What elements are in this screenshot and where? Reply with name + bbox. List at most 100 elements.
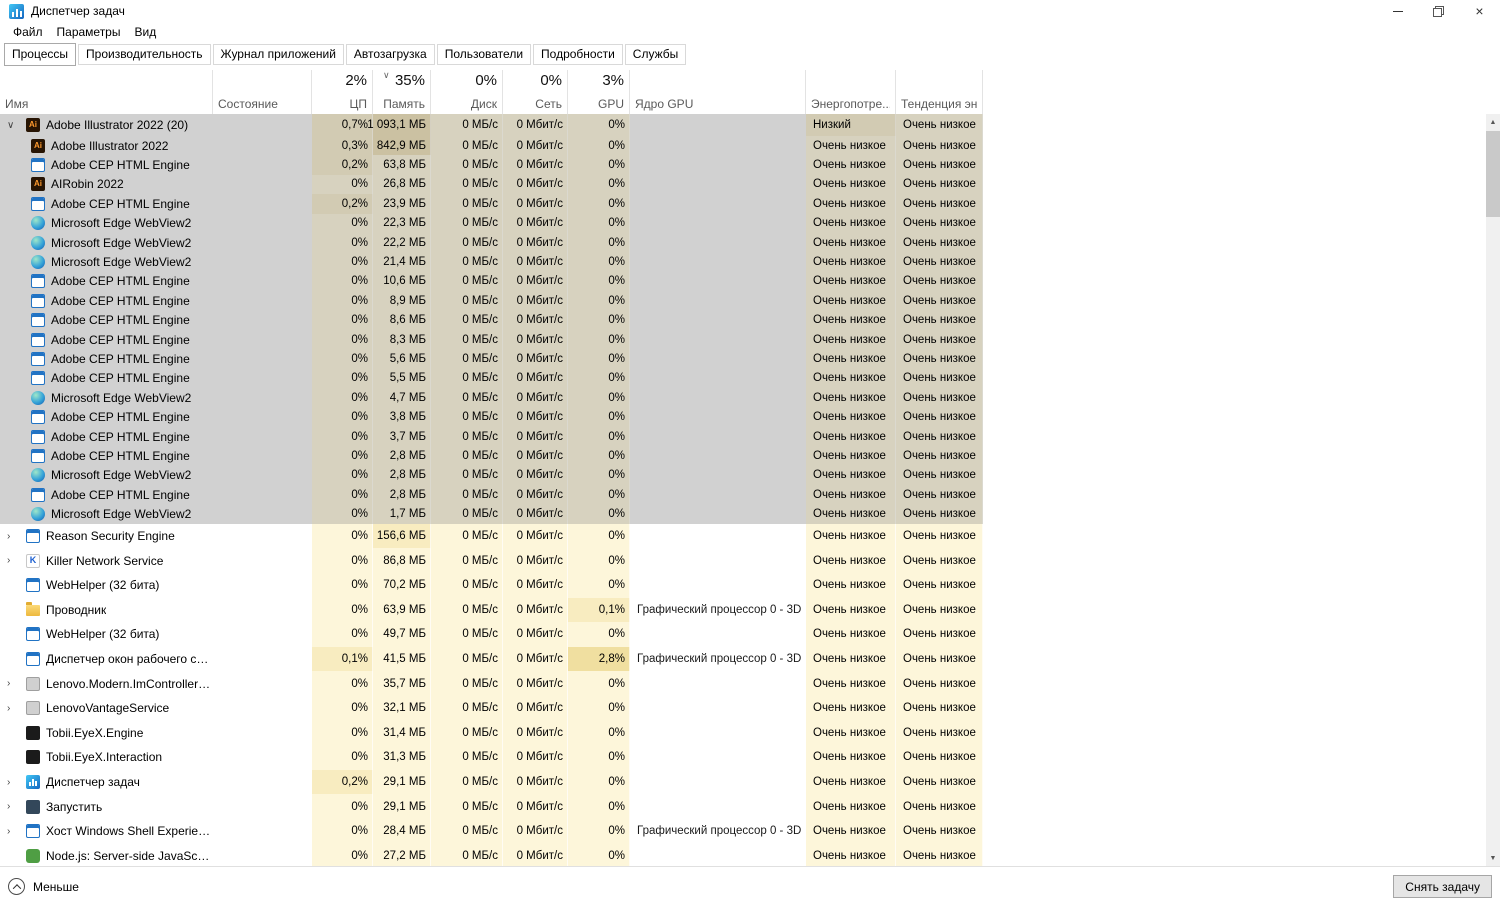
- table-row[interactable]: Tobii.EyeX.Engine 0% 31,4 МБ 0 МБ/с 0 Мбит/с…: [0, 720, 983, 746]
- column-total: 3%: [602, 72, 624, 89]
- table-row[interactable]: Adobe CEP HTML Engine 0% 2,8 МБ 0 МБ/с 0 Мби…: [0, 446, 983, 466]
- memory-value: 1 093,1 МБ: [367, 114, 431, 136]
- maximize-restore-button[interactable]: [1418, 0, 1459, 22]
- chevron-right-icon[interactable]: ›: [4, 801, 26, 812]
- column-header-gpu_engine[interactable]: Ядро GPU: [630, 70, 806, 114]
- table-row[interactable]: › Запустить 0% 29,1 МБ 0 МБ/с 0 Мбит/с 0% Очень…: [0, 794, 983, 819]
- status-value: [213, 794, 312, 819]
- gpu-value: 0%: [568, 329, 630, 350]
- menu-item-options[interactable]: Параметры: [50, 24, 128, 40]
- table-row[interactable]: Adobe CEP HTML Engine 0% 8,9 МБ 0 МБ/с 0 Мби…: [0, 291, 983, 311]
- cpu-value: 0,2%: [312, 155, 373, 175]
- disk-value: 0 МБ/с: [431, 349, 503, 369]
- gpu-engine-value: [630, 214, 806, 233]
- tab-users[interactable]: Пользователи: [436, 44, 532, 65]
- table-row[interactable]: Adobe CEP HTML Engine 0% 3,7 МБ 0 МБ/с 0 Мби…: [0, 426, 983, 447]
- table-row[interactable]: Microsoft Edge WebView2 0% 1,7 МБ 0 МБ/с 0 М…: [0, 504, 983, 524]
- memory-value: 28,4 МБ: [373, 818, 431, 844]
- menu-bar: Файл Параметры Вид: [0, 22, 163, 41]
- table-row[interactable]: Adobe CEP HTML Engine 0,2% 23,9 МБ 0 МБ/с 0 …: [0, 194, 983, 214]
- network-value: 0 Мбит/с: [503, 573, 568, 598]
- scrollbar-thumb[interactable]: [1486, 131, 1500, 217]
- menu-item-file[interactable]: Файл: [6, 24, 50, 40]
- fewer-details-toggle[interactable]: Меньше: [8, 878, 79, 895]
- scroll-down-icon[interactable]: ▼: [1486, 850, 1500, 866]
- table-row[interactable]: › Reason Security Engine 0% 156,6 МБ 0 МБ/с 0…: [0, 523, 983, 549]
- power-usage-value: Очень низкое: [806, 573, 896, 598]
- tab-processes[interactable]: Процессы: [4, 43, 77, 66]
- table-row[interactable]: › Диспетчер задач 0,2% 29,1 МБ 0 МБ/с 0 Мбит/…: [0, 769, 983, 795]
- table-row[interactable]: Ai AIRobin 2022 0% 26,8 МБ 0 МБ/с 0 Мбит/с 0% О…: [0, 174, 983, 195]
- table-row[interactable]: Adobe CEP HTML Engine 0% 3,8 МБ 0 МБ/с 0 Мби…: [0, 407, 983, 427]
- process-name-cell: Adobe CEP HTML Engine: [0, 427, 213, 446]
- table-row[interactable]: Adobe CEP HTML Engine 0% 5,6 МБ 0 МБ/с 0 Мби…: [0, 349, 983, 369]
- column-header-disk[interactable]: 0% Диск: [431, 70, 503, 114]
- chevron-right-icon[interactable]: ›: [4, 678, 26, 689]
- vertical-scrollbar[interactable]: ▲ ▼: [1486, 114, 1500, 866]
- table-row[interactable]: Microsoft Edge WebView2 0% 22,3 МБ 0 МБ/с 0 …: [0, 213, 983, 233]
- table-row[interactable]: Node.js: Server-side JavaScript 0% 27,2 МБ…: [0, 843, 983, 866]
- tab-performance[interactable]: Производительность: [78, 44, 211, 65]
- reason-icon: [26, 529, 40, 544]
- status-value: [213, 407, 312, 426]
- disk-value: 0 МБ/с: [431, 794, 503, 819]
- table-row[interactable]: Microsoft Edge WebView2 0% 21,4 МБ 0 МБ/с 0 …: [0, 252, 983, 272]
- column-header-network[interactable]: 0% Сеть: [503, 70, 568, 114]
- close-button[interactable]: ×: [1459, 0, 1500, 22]
- table-row[interactable]: Диспетчер окон рабочего стола 0,1% 41,5 МБ…: [0, 646, 983, 672]
- end-task-button[interactable]: Снять задачу: [1393, 875, 1492, 898]
- tab-details[interactable]: Подробности: [533, 44, 623, 65]
- table-row[interactable]: Ai Adobe Illustrator 2022 0,3% 842,9 МБ 0 МБ…: [0, 136, 983, 156]
- cep-icon: [31, 429, 45, 444]
- column-header-power_trend[interactable]: Тенденция эн...: [896, 70, 983, 114]
- chevron-right-icon[interactable]: ›: [4, 531, 26, 542]
- tab-services[interactable]: Службы: [624, 44, 687, 65]
- chevron-right-icon[interactable]: ›: [4, 777, 26, 788]
- power-usage-value: Очень низкое: [806, 769, 896, 795]
- table-row[interactable]: › LenovoVantageService 0% 32,1 МБ 0 МБ/с 0 Мб…: [0, 695, 983, 721]
- table-row[interactable]: Tobii.EyeX.Interaction 0% 31,3 МБ 0 МБ/с 0 М…: [0, 745, 983, 770]
- table-row[interactable]: Microsoft Edge WebView2 0% 22,2 МБ 0 МБ/с 0 …: [0, 232, 983, 253]
- disk-value: 0 МБ/с: [431, 174, 503, 195]
- chevron-right-icon[interactable]: ›: [4, 555, 26, 566]
- column-total: 2%: [345, 72, 367, 89]
- chevron-right-icon[interactable]: ›: [4, 703, 26, 714]
- chevron-down-icon[interactable]: ∨: [4, 120, 26, 131]
- table-row[interactable]: › Lenovo.Modern.ImController (3... 0% 35,7 …: [0, 671, 983, 696]
- table-row[interactable]: Adobe CEP HTML Engine 0% 5,5 МБ 0 МБ/с 0 Мби…: [0, 368, 983, 389]
- table-row[interactable]: Adobe CEP HTML Engine 0% 10,6 МБ 0 МБ/с 0 Мб…: [0, 271, 983, 292]
- process-name: Microsoft Edge WebView2: [51, 507, 192, 522]
- table-row[interactable]: WebHelper (32 бита) 0% 49,7 МБ 0 МБ/с 0 Мбит…: [0, 622, 983, 647]
- table-row[interactable]: Microsoft Edge WebView2 0% 2,8 МБ 0 МБ/с 0 М…: [0, 465, 983, 486]
- table-row[interactable]: Adobe CEP HTML Engine 0% 8,6 МБ 0 МБ/с 0 Мби…: [0, 310, 983, 330]
- power-trend-value: Очень низкое: [896, 818, 983, 844]
- table-row[interactable]: › K Killer Network Service 0% 86,8 МБ 0 МБ/с 0…: [0, 548, 983, 573]
- cpu-value: 0%: [312, 818, 373, 844]
- restore-icon: [1433, 5, 1444, 17]
- table-row[interactable]: › Хост Windows Shell Experience 0% 28,4 МБ 0…: [0, 818, 983, 844]
- column-header-status[interactable]: Состояние: [213, 70, 312, 114]
- tab-app-history[interactable]: Журнал приложений: [212, 44, 344, 65]
- table-row[interactable]: Adobe CEP HTML Engine 0% 8,3 МБ 0 МБ/с 0 Мби…: [0, 329, 983, 350]
- table-row[interactable]: Проводник 0% 63,9 МБ 0 МБ/с 0 Мбит/с 0,1% Граф…: [0, 597, 983, 623]
- process-name: WebHelper (32 бита): [46, 627, 160, 642]
- table-row[interactable]: Adobe CEP HTML Engine 0% 2,8 МБ 0 МБ/с 0 Мби…: [0, 485, 983, 505]
- minimize-button[interactable]: [1377, 0, 1418, 22]
- column-header-name[interactable]: Имя: [0, 70, 213, 114]
- column-label: Память: [383, 97, 425, 111]
- webhelper-icon: [26, 578, 40, 593]
- tab-startup[interactable]: Автозагрузка: [345, 44, 435, 65]
- process-name: Tobii.EyeX.Engine: [46, 725, 144, 740]
- menu-item-view[interactable]: Вид: [127, 24, 163, 40]
- table-row[interactable]: Adobe CEP HTML Engine 0,2% 63,8 МБ 0 МБ/с 0 …: [0, 155, 983, 175]
- column-header-cpu[interactable]: 2% ЦП: [312, 70, 373, 114]
- cpu-value: 0%: [312, 597, 373, 623]
- column-header-power[interactable]: Энергопотре...: [806, 70, 896, 114]
- column-header-memory[interactable]: ∨ 35% Память: [373, 70, 431, 114]
- table-row[interactable]: Microsoft Edge WebView2 0% 4,7 МБ 0 МБ/с 0 М…: [0, 388, 983, 408]
- column-header-gpu[interactable]: 3% GPU: [568, 70, 630, 114]
- table-row[interactable]: WebHelper (32 бита) 0% 70,2 МБ 0 МБ/с 0 Мбит…: [0, 573, 983, 598]
- chevron-right-icon[interactable]: ›: [4, 826, 26, 837]
- table-row[interactable]: ∨ Ai Adobe Illustrator 2022 (20) 0,7% 1 093,…: [0, 114, 983, 136]
- scroll-up-icon[interactable]: ▲: [1486, 114, 1500, 130]
